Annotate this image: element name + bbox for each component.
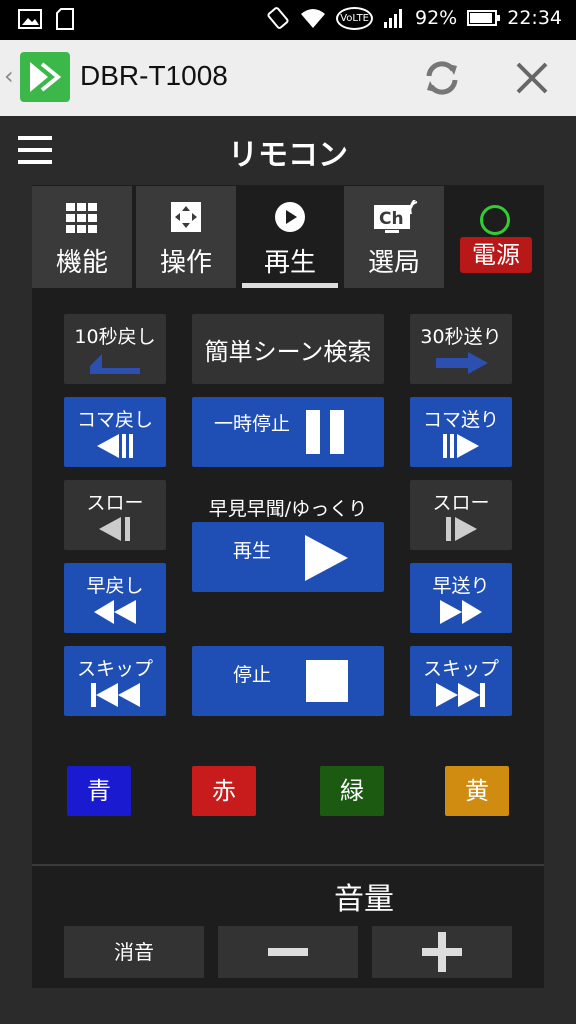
frame-forward-button[interactable]: コマ送り xyxy=(410,397,512,467)
button-label: 30秒送り xyxy=(420,326,502,348)
red-button[interactable]: 赤 xyxy=(192,766,256,816)
fast-watch-label: 早見早聞/ゆっくり xyxy=(208,498,368,520)
button-label: コマ戻し xyxy=(76,409,153,431)
skip-back-10s-button[interactable]: 10秒戻し xyxy=(64,314,166,384)
power-indicator-icon xyxy=(480,205,510,235)
skip-next-icon xyxy=(436,683,485,707)
button-label: スキップ xyxy=(422,658,499,680)
yellow-button[interactable]: 黄 xyxy=(445,766,509,816)
button-label: コマ送り xyxy=(422,409,499,431)
tab-function[interactable]: 機能 xyxy=(32,186,132,288)
power-button[interactable]: 電源 xyxy=(460,237,532,273)
tab-label: 機能 xyxy=(55,248,108,278)
forward-arrow-icon xyxy=(436,352,488,374)
status-bar: VoLTE 92% 22:34 xyxy=(0,0,576,40)
button-label: 簡単シーン検索 xyxy=(204,338,372,366)
tab-channel[interactable]: Ch 選局 xyxy=(344,186,444,288)
skip-previous-icon xyxy=(91,683,140,707)
play-circle-icon xyxy=(275,202,305,232)
tab-label: 選局 xyxy=(367,248,420,278)
blue-button[interactable]: 青 xyxy=(67,766,131,816)
button-label: スロー xyxy=(432,492,490,514)
button-label: 一時停止 xyxy=(213,413,290,435)
rewind-icon xyxy=(94,600,136,624)
active-tab-indicator xyxy=(242,283,338,288)
mute-button[interactable]: 消音 xyxy=(64,926,204,978)
signal-icon xyxy=(384,9,402,28)
refresh-button[interactable] xyxy=(418,54,466,102)
app-title: DBR-T1008 xyxy=(80,60,228,91)
frame-back-icon xyxy=(97,434,133,458)
scene-search-button[interactable]: 簡単シーン検索 xyxy=(192,314,384,384)
pause-button[interactable]: 一時停止 xyxy=(192,397,384,467)
app-logo xyxy=(20,52,70,102)
skip-next-button[interactable]: スキップ xyxy=(410,646,512,716)
channel-tv-icon: Ch xyxy=(374,200,418,233)
skip-forward-30s-button[interactable]: 30秒送り xyxy=(410,314,512,384)
frame-back-button[interactable]: コマ戻し xyxy=(64,397,166,467)
fast-forward-button[interactable]: 早送り xyxy=(410,563,512,633)
close-button[interactable] xyxy=(508,54,556,102)
button-label: スロー xyxy=(86,492,144,514)
stop-icon xyxy=(306,660,348,702)
return-arrow-icon xyxy=(90,354,140,374)
volume-title: 音量 xyxy=(334,882,394,917)
tab-label: 操作 xyxy=(159,248,212,278)
gallery-icon xyxy=(18,9,42,29)
battery-icon xyxy=(467,10,501,26)
rotate-icon xyxy=(267,7,289,29)
play-icon xyxy=(305,535,348,581)
volume-up-button[interactable] xyxy=(372,926,512,978)
pause-icon xyxy=(306,410,344,454)
svg-text:Ch: Ch xyxy=(379,209,404,229)
close-icon xyxy=(516,62,548,94)
volte-badge: VoLTE xyxy=(336,6,373,30)
divider xyxy=(32,864,544,866)
slow-forward-icon xyxy=(446,517,477,541)
battery-percent: 92% xyxy=(415,7,458,29)
refresh-icon xyxy=(426,61,458,95)
button-label: スキップ xyxy=(76,658,153,680)
dpad-icon xyxy=(171,202,201,232)
skip-previous-button[interactable]: スキップ xyxy=(64,646,166,716)
minus-icon xyxy=(268,948,308,956)
tab-label: 再生 xyxy=(263,248,316,278)
sd-card-icon xyxy=(56,8,74,30)
slow-forward-button[interactable]: スロー xyxy=(410,480,512,550)
button-label: 早戻し xyxy=(86,575,144,597)
wifi-icon xyxy=(301,9,326,28)
button-label: 再生 xyxy=(232,540,271,562)
plus-icon xyxy=(422,932,462,972)
slow-back-button[interactable]: スロー xyxy=(64,480,166,550)
fast-forward-icon xyxy=(440,600,482,624)
volume-down-button[interactable] xyxy=(218,926,358,978)
button-label: 10秒戻し xyxy=(74,326,156,348)
frame-forward-icon xyxy=(443,434,479,458)
tab-playback[interactable]: 再生 xyxy=(240,186,340,288)
tab-operation[interactable]: 操作 xyxy=(136,186,236,288)
clock: 22:34 xyxy=(507,7,562,29)
button-label: 停止 xyxy=(232,664,271,686)
green-button[interactable]: 緑 xyxy=(320,766,384,816)
stop-button[interactable]: 停止 xyxy=(192,646,384,716)
app-bar: ‹ DBR-T1008 xyxy=(0,40,576,116)
slow-back-icon xyxy=(99,517,130,541)
button-label: 早送り xyxy=(432,575,490,597)
play-button[interactable]: 再生 xyxy=(192,522,384,592)
grid-icon xyxy=(66,203,97,233)
page-title: リモコン xyxy=(228,138,348,173)
back-chevron-icon[interactable]: ‹ xyxy=(4,62,14,90)
rewind-button[interactable]: 早戻し xyxy=(64,563,166,633)
